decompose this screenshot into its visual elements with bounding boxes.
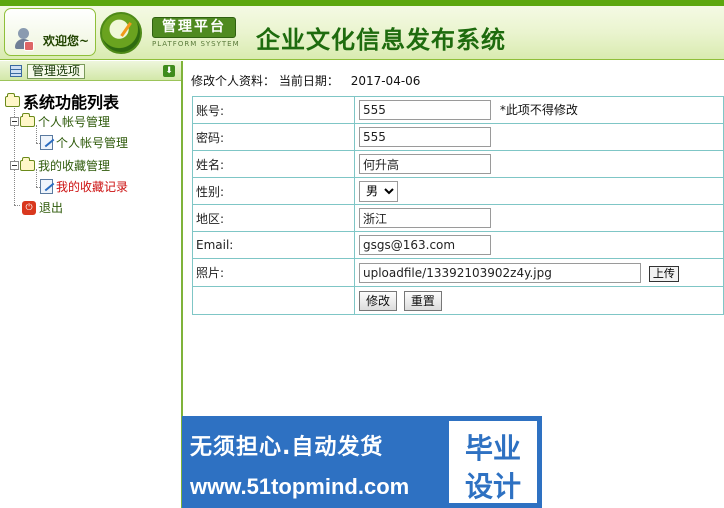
date-label: 当前日期： bbox=[278, 74, 339, 88]
readonly-note: *此项不得修改 bbox=[499, 103, 578, 117]
date-value: 2017-04-06 bbox=[350, 74, 421, 88]
folder-open-icon bbox=[20, 157, 35, 171]
email-field[interactable] bbox=[359, 235, 491, 255]
collapse-icon[interactable] bbox=[10, 117, 19, 126]
sidebar-header: 管理选项 ⬇ bbox=[0, 61, 181, 81]
collapse-icon[interactable] bbox=[10, 161, 19, 170]
form-row-email: Email: bbox=[192, 231, 724, 259]
user-icon bbox=[13, 28, 35, 52]
tree-group-favorites[interactable]: 我的收藏管理 bbox=[10, 157, 110, 174]
folder-open-icon bbox=[20, 113, 35, 127]
password-field[interactable] bbox=[359, 127, 491, 147]
photo-label: 照片: bbox=[192, 258, 355, 287]
gender-label: 性别: bbox=[192, 177, 355, 205]
page-title: 修改个人资料： bbox=[191, 74, 276, 88]
welcome-tab: 欢迎您~ bbox=[4, 8, 96, 56]
submit-button[interactable]: 修改 bbox=[359, 290, 398, 311]
table-icon bbox=[10, 65, 22, 77]
gender-select[interactable]: 男 bbox=[359, 180, 398, 202]
folder-open-icon bbox=[5, 92, 20, 107]
form-row-account: 账号: *此项不得修改 bbox=[192, 96, 724, 124]
email-label: Email: bbox=[192, 231, 355, 259]
arrow-down-icon[interactable]: ⬇ bbox=[163, 65, 175, 77]
tree-group-label: 个人帐号管理 bbox=[38, 115, 111, 129]
page-heading: 修改个人资料： 当前日期： 2017-04-06 bbox=[191, 72, 420, 89]
tree-root[interactable]: 系统功能列表 bbox=[5, 89, 119, 113]
name-field[interactable] bbox=[359, 154, 491, 174]
profile-form: 账号: *此项不得修改 密码: 姓名: 性别: 男 bbox=[192, 96, 724, 315]
form-row-actions: 修改 重置 bbox=[192, 286, 724, 315]
tree-item-favorites-records[interactable]: 我的收藏记录 bbox=[40, 178, 128, 195]
watermark-badge-line2: 设计 bbox=[464, 470, 521, 503]
password-label: 密码: bbox=[192, 123, 355, 151]
watermark-badge-line1: 毕业 bbox=[464, 432, 521, 465]
tree-item-account-manage[interactable]: 个人帐号管理 bbox=[40, 134, 128, 151]
manage-options-button[interactable]: 管理选项 bbox=[27, 64, 86, 79]
sidebar: 管理选项 ⬇ 系统功能列表 个人帐号管理 个人帐号管理 我的收藏管理 我的收藏记… bbox=[0, 61, 183, 508]
form-row-region: 地区: bbox=[192, 204, 724, 232]
name-label: 姓名: bbox=[192, 150, 355, 178]
exit-label: 退出 bbox=[39, 201, 64, 215]
tree-item-label: 个人帐号管理 bbox=[56, 136, 129, 150]
watermark-url: www.51topmind.com bbox=[190, 474, 410, 499]
upload-button[interactable]: 上传 bbox=[648, 265, 679, 282]
power-off-icon: ⏻ bbox=[22, 200, 36, 215]
photo-path-field[interactable] bbox=[359, 262, 641, 283]
form-row-name: 姓名: bbox=[192, 150, 724, 178]
header-top-strip bbox=[0, 0, 724, 6]
tree-item-label: 我的收藏记录 bbox=[56, 180, 129, 194]
tree-root-label: 系统功能列表 bbox=[23, 93, 120, 112]
logo-subtext: PLATFORM SYSYTEM bbox=[152, 40, 240, 48]
edit-document-icon bbox=[40, 179, 53, 194]
form-row-gender: 性别: 男 bbox=[192, 177, 724, 205]
form-row-photo: 照片: 上传 bbox=[192, 258, 724, 287]
system-title: 企业文化信息发布系统 bbox=[256, 25, 506, 54]
region-field[interactable] bbox=[359, 208, 491, 228]
app-header: 欢迎您~ 管理平台 PLATFORM SYSYTEM 企业文化信息发布系统 bbox=[0, 0, 724, 60]
actions-label-cell bbox=[192, 286, 355, 315]
watermark-banner: 无须担心.自动发货 www.51topmind.com 毕业 设计 bbox=[182, 416, 542, 508]
logo-gauge-icon bbox=[100, 12, 142, 54]
tree-group-account[interactable]: 个人帐号管理 bbox=[10, 113, 110, 130]
tree-group-label: 我的收藏管理 bbox=[38, 159, 111, 173]
tree-connector bbox=[14, 205, 20, 206]
reset-button[interactable]: 重置 bbox=[403, 290, 442, 311]
watermark-badge: 毕业 设计 bbox=[447, 419, 539, 505]
account-field[interactable] bbox=[359, 100, 491, 120]
watermark-slogan: 无须担心.自动发货 bbox=[190, 435, 384, 460]
logo-text: 管理平台 bbox=[152, 17, 236, 38]
form-row-password: 密码: bbox=[192, 123, 724, 151]
welcome-text: 欢迎您~ bbox=[43, 34, 90, 48]
tree-item-exit[interactable]: ⏻ 退出 bbox=[22, 199, 63, 216]
region-label: 地区: bbox=[192, 204, 355, 232]
account-label: 账号: bbox=[192, 96, 355, 124]
edit-document-icon bbox=[40, 135, 53, 150]
